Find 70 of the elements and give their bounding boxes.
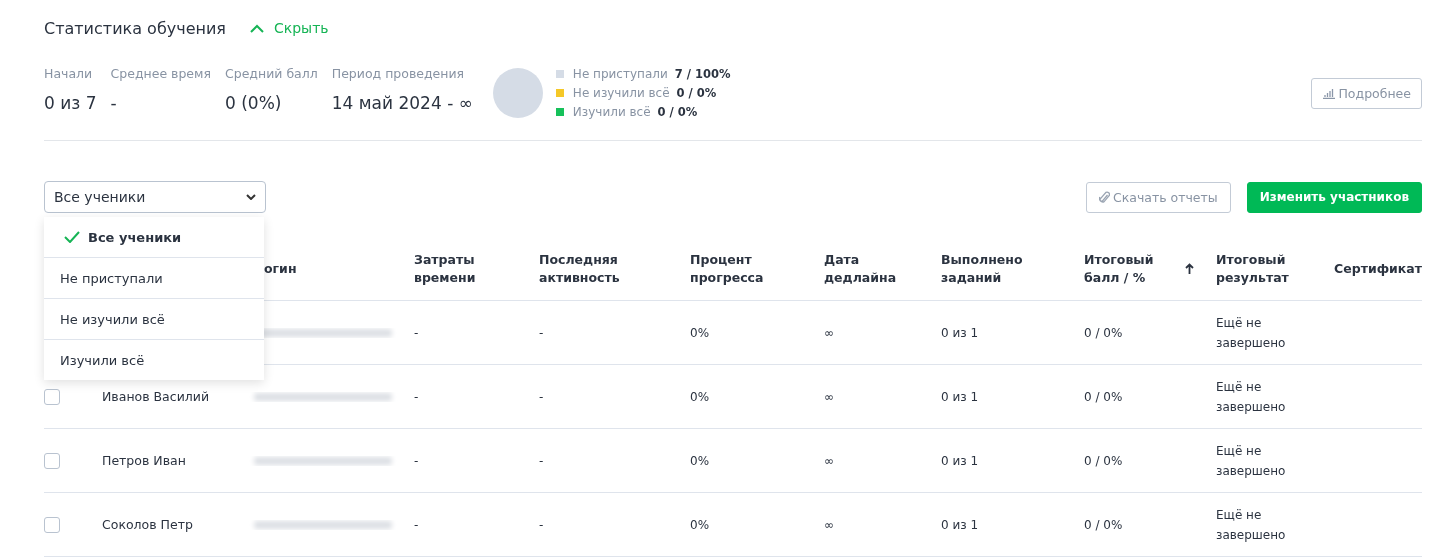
table-cell-text: ∞ xyxy=(824,324,834,342)
menu-item[interactable]: Не изучили всё xyxy=(44,298,264,339)
table-cell-text: - xyxy=(539,324,544,342)
table-cell-text: Ещё не завершено xyxy=(1216,378,1287,416)
checkmark-icon xyxy=(64,231,80,243)
column-header[interactable]: Дата дедлайна xyxy=(824,250,924,287)
legend-count: 0 / 0% xyxy=(676,86,717,100)
row-checkbox[interactable] xyxy=(44,516,60,533)
table-cell-text: 0% xyxy=(690,324,710,342)
menu-item[interactable]: Не приступали xyxy=(44,257,264,298)
table-cell-text: - xyxy=(414,388,419,406)
student-name: Петров Иван xyxy=(102,451,186,470)
legend-count: 7 / 100% xyxy=(674,67,731,81)
pie-chart-drawing xyxy=(492,68,543,118)
chevron-down-icon xyxy=(246,194,256,200)
stat-value: 0 (0%) xyxy=(225,92,283,113)
stat-value: - xyxy=(110,92,118,113)
paperclip-icon xyxy=(1098,189,1110,205)
stat-label: Среднее время xyxy=(110,66,211,83)
table-cell-text: - xyxy=(539,452,544,470)
table-cell-text: - xyxy=(539,388,544,406)
table-cell-text: 0 / 0% xyxy=(1084,388,1123,406)
bar-chart-icon xyxy=(1322,88,1336,99)
stat-value: 0 из 7 xyxy=(44,92,97,113)
student-name: Соколов Петр xyxy=(102,515,193,534)
legend-label: Не изучили всё xyxy=(572,86,670,100)
column-header[interactable]: Процент прогресса xyxy=(690,250,790,287)
table-cell-text: 0 / 0% xyxy=(1084,516,1123,534)
table-cell-text: 0 из 1 xyxy=(941,324,979,342)
menu-item[interactable]: Все ученики xyxy=(44,217,264,257)
column-header[interactable]: Итоговый результат xyxy=(1216,250,1316,287)
student-name: Иванов Василий xyxy=(102,387,209,406)
column-header[interactable]: Итоговый балл / % xyxy=(1084,250,1194,287)
table-cell-text: Ещё не завершено xyxy=(1216,314,1287,352)
sort-arrow-up-icon xyxy=(1185,262,1194,275)
table-cell-text: - xyxy=(414,324,419,342)
table-cell-text: ∞ xyxy=(824,388,834,406)
table-cell-text: Ещё не завершено xyxy=(1216,442,1287,480)
legend-label: Не приступали xyxy=(572,67,668,81)
section-title: Статистика обучения xyxy=(44,18,226,38)
table-cell-text: - xyxy=(414,516,419,534)
table-cell-text: 0 из 1 xyxy=(941,388,979,406)
table-cell-text: - xyxy=(414,452,419,470)
table-cell-text: 0 / 0% xyxy=(1084,324,1123,342)
stat-label: Период проведения xyxy=(331,66,466,83)
menu-item[interactable]: Изучили всё xyxy=(44,339,264,380)
table-cell-text: 0% xyxy=(690,452,710,470)
table-cell-text: 0 из 1 xyxy=(941,452,979,470)
table-cell-text: 0 из 1 xyxy=(941,516,979,534)
column-header[interactable]: Выполнено заданий xyxy=(941,250,1041,287)
stat-label: Начали xyxy=(44,66,94,83)
column-header[interactable]: Сертификат xyxy=(1334,259,1422,278)
table-cell-text: Ещё не завершено xyxy=(1216,506,1287,544)
legend-label: Изучили всё xyxy=(572,105,651,119)
legend-count: 0 / 0% xyxy=(657,105,698,119)
table-cell-text: ∞ xyxy=(824,452,834,470)
column-header[interactable]: огин xyxy=(264,259,297,278)
row-checkbox[interactable] xyxy=(44,388,60,405)
row-checkbox[interactable] xyxy=(44,452,60,469)
stat-label: Средний балл xyxy=(225,66,318,83)
column-header[interactable]: Затраты времени xyxy=(414,250,514,287)
column-header[interactable]: Последняя активность xyxy=(539,250,639,287)
table-cell-text: - xyxy=(539,516,544,534)
chevron-up-icon xyxy=(250,23,264,33)
table-cell-text: 0 / 0% xyxy=(1084,452,1123,470)
table-cell-text: 0% xyxy=(690,388,710,406)
table-cell-text: ∞ xyxy=(824,516,834,534)
filter-dropdown[interactable]: Все ученики xyxy=(44,181,266,213)
stat-value: 14 май 2024 - ∞ xyxy=(331,92,473,113)
table-cell-text: 0% xyxy=(690,516,710,534)
